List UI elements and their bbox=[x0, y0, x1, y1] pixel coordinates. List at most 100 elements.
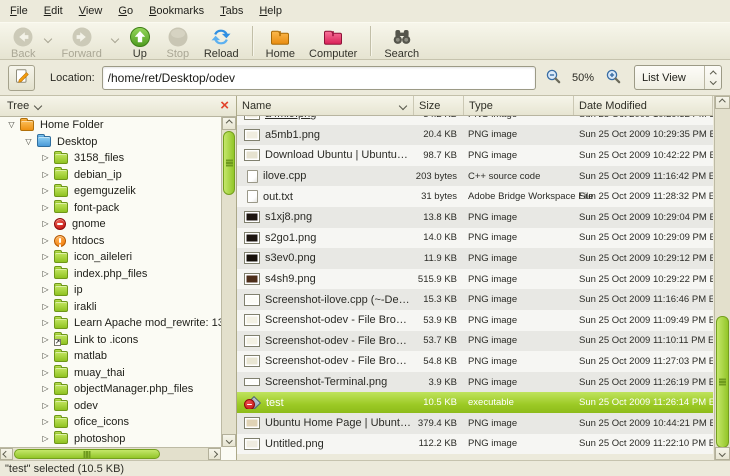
tree-item[interactable]: ▷ Learn Apache mod_rewrite: 13 Real-world bbox=[0, 315, 221, 332]
file-row[interactable]: s1xj8.png 13.8 KB PNG image Sun 25 Oct 2009… bbox=[237, 206, 713, 228]
tree-horizontal-scroll-thumb[interactable] bbox=[14, 449, 160, 459]
image-thumbnail-icon bbox=[244, 355, 260, 368]
expand-arrow-icon[interactable]: ▷ bbox=[39, 368, 52, 378]
file-row-selected[interactable]: test 10.5 KB executable Sun 25 Oct 2009 11:… bbox=[237, 392, 713, 413]
file-row[interactable]: a4ml9.png 34.2 KBPNG imageSun 25 Oct 2009… bbox=[237, 116, 713, 125]
tree-mode-chevron-icon[interactable] bbox=[33, 101, 43, 111]
list-vertical-scroll-thumb[interactable] bbox=[716, 316, 729, 448]
column-header-size[interactable]: Size bbox=[414, 96, 464, 115]
tree-item[interactable]: ▷ photoshop bbox=[0, 431, 221, 448]
tree-item[interactable]: ▷ objectManager.php_files bbox=[0, 381, 221, 398]
expand-arrow-icon[interactable]: ▷ bbox=[39, 269, 52, 279]
file-row[interactable]: Screenshot-odev - File Browser-2... 54.8 … bbox=[237, 351, 713, 372]
menu-edit[interactable]: Edit bbox=[36, 2, 71, 20]
file-row[interactable]: s3ev0.png 11.9 KB PNG image Sun 25 Oct 2009… bbox=[237, 248, 713, 269]
tree-item[interactable]: ▷ debian_ip bbox=[0, 167, 221, 184]
file-row[interactable]: Download Ubuntu | Ubuntu_1256... 98.7 KB P… bbox=[237, 145, 713, 166]
file-row[interactable]: Ubuntu Home Page | Ubuntu_125...379.4 KB… bbox=[237, 412, 713, 434]
tree-item[interactable]: ▷ odev bbox=[0, 398, 221, 415]
tree-item[interactable]: ▷ irakli bbox=[0, 299, 221, 316]
tree-vertical-scrollbar[interactable] bbox=[221, 117, 236, 447]
tree-item[interactable]: ▽ Desktop bbox=[0, 134, 221, 151]
view-mode-select[interactable]: List View bbox=[634, 65, 722, 90]
expand-arrow-icon[interactable]: ▷ bbox=[39, 285, 52, 295]
file-row[interactable]: ilove.cpp 203 bytes C++ source code Sun 25 … bbox=[237, 165, 713, 187]
zoom-in-button[interactable] bbox=[603, 68, 623, 88]
file-row[interactable]: Screenshot-odev - File Browser.p... 53.9 … bbox=[237, 309, 713, 331]
location-input[interactable] bbox=[101, 65, 536, 90]
reload-button[interactable]: Reload bbox=[197, 24, 246, 61]
resize-grip[interactable] bbox=[719, 465, 729, 475]
tree-scroll-up-button[interactable] bbox=[222, 117, 236, 130]
tree-horizontal-scrollbar[interactable] bbox=[0, 447, 221, 460]
expand-arrow-icon[interactable]: ▷ bbox=[39, 318, 52, 328]
tree-item[interactable]: ▽ Home Folder bbox=[0, 117, 221, 134]
collapse-arrow-icon[interactable]: ▽ bbox=[5, 120, 18, 130]
expand-arrow-icon[interactable]: ▷ bbox=[39, 252, 52, 262]
edit-location-button[interactable] bbox=[8, 64, 35, 91]
file-row[interactable]: s2go1.png 14.0 KB PNG image Sun 25 Oct 2009… bbox=[237, 227, 713, 249]
tree-item[interactable]: ▷ htdocs bbox=[0, 233, 221, 250]
expand-arrow-icon[interactable]: ▷ bbox=[39, 236, 52, 246]
menu-file[interactable]: File bbox=[2, 2, 36, 20]
tree-item[interactable]: ▷ egemguzelik bbox=[0, 183, 221, 200]
tree-item[interactable]: ▷ index.php_files bbox=[0, 266, 221, 283]
tree-item[interactable]: ▷ ofice_icons bbox=[0, 414, 221, 431]
tree-item[interactable]: ▷ icon_aileleri bbox=[0, 249, 221, 266]
tree-item[interactable]: ▷ gnome bbox=[0, 216, 221, 233]
tree-item[interactable]: ▷ muay_thai bbox=[0, 365, 221, 382]
expand-arrow-icon[interactable]: ▷ bbox=[39, 186, 52, 196]
file-name: Untitled.png bbox=[265, 437, 324, 450]
menu-bookmarks[interactable]: Bookmarks bbox=[141, 2, 212, 20]
file-date-modified: Sun 25 Oct 2009 11:10:11 PM EET bbox=[579, 335, 713, 347]
list-scroll-up-button[interactable] bbox=[715, 96, 730, 109]
expand-arrow-icon[interactable]: ▷ bbox=[39, 170, 52, 180]
expand-arrow-icon[interactable]: ▷ bbox=[39, 434, 52, 444]
tree-item[interactable]: ▷ ip bbox=[0, 282, 221, 299]
file-row[interactable]: Screenshot-odev - File Browser-1... 53.7 … bbox=[237, 330, 713, 352]
side-pane-mode-label[interactable]: Tree bbox=[7, 100, 29, 112]
tree-item[interactable]: ▷ ↗ Link to .icons bbox=[0, 332, 221, 349]
home-button[interactable]: Home bbox=[259, 24, 302, 61]
back-history-dropdown-icon[interactable] bbox=[42, 24, 54, 44]
tree-scroll-left-button[interactable] bbox=[0, 448, 13, 460]
menu-go[interactable]: Go bbox=[110, 2, 141, 20]
expand-arrow-icon[interactable]: ▷ bbox=[39, 351, 52, 361]
view-mode-spinner-icon[interactable] bbox=[704, 66, 721, 89]
menu-view[interactable]: View bbox=[71, 2, 111, 20]
file-row[interactable]: Screenshot-Terminal.png 3.9 KB PNG image Su… bbox=[237, 371, 713, 393]
expand-arrow-icon[interactable]: ▷ bbox=[39, 417, 52, 427]
file-row[interactable]: out.txt 31 bytes Adobe Bridge Workspace Fi… bbox=[237, 186, 713, 207]
list-scroll-down-button[interactable] bbox=[715, 447, 730, 460]
search-button[interactable]: Search bbox=[377, 24, 426, 61]
column-header-type[interactable]: Type bbox=[464, 96, 574, 115]
expand-arrow-icon[interactable]: ▷ bbox=[39, 153, 52, 163]
forward-history-dropdown-icon[interactable] bbox=[109, 24, 121, 44]
column-header-name[interactable]: Name bbox=[237, 96, 414, 115]
file-row[interactable]: Untitled.png 112.2 KB PNG image Sun 25 Oct … bbox=[237, 433, 713, 455]
expand-arrow-icon[interactable]: ▷ bbox=[39, 203, 52, 213]
file-row[interactable]: a5mb1.png 20.4 KB PNG image Sun 25 Oct 2009… bbox=[237, 124, 713, 146]
expand-arrow-icon[interactable]: ▷ bbox=[39, 302, 52, 312]
file-row[interactable]: s4sh9.png 515.9 KB PNG image Sun 25 Oct 200… bbox=[237, 268, 713, 290]
expand-arrow-icon[interactable]: ▷ bbox=[39, 401, 52, 411]
column-header-date-modified[interactable]: Date Modified bbox=[574, 96, 713, 115]
menu-tabs[interactable]: Tabs bbox=[212, 2, 251, 20]
computer-button[interactable]: Computer bbox=[302, 24, 364, 61]
collapse-arrow-icon[interactable]: ▽ bbox=[22, 137, 35, 147]
tree-item[interactable]: ▷ font-pack bbox=[0, 200, 221, 217]
menu-help[interactable]: Help bbox=[251, 2, 290, 20]
tree-scroll-down-button[interactable] bbox=[222, 434, 236, 447]
zoom-out-button[interactable] bbox=[543, 68, 563, 88]
tree-scroll-right-button[interactable] bbox=[208, 448, 221, 460]
tree-vertical-scroll-thumb[interactable] bbox=[223, 131, 235, 195]
close-side-pane-button[interactable]: × bbox=[220, 98, 229, 113]
expand-arrow-icon[interactable]: ▷ bbox=[39, 384, 52, 394]
file-row[interactable]: Screenshot-ilove.cpp (~-Desktop... 15.3 K… bbox=[237, 289, 713, 310]
up-button[interactable]: Up bbox=[121, 24, 159, 61]
list-vertical-scrollbar[interactable] bbox=[714, 96, 730, 460]
tree-item[interactable]: ▷ matlab bbox=[0, 348, 221, 365]
expand-arrow-icon[interactable]: ▷ bbox=[39, 335, 52, 345]
expand-arrow-icon[interactable]: ▷ bbox=[39, 219, 52, 229]
tree-item[interactable]: ▷ 3158_files bbox=[0, 150, 221, 167]
